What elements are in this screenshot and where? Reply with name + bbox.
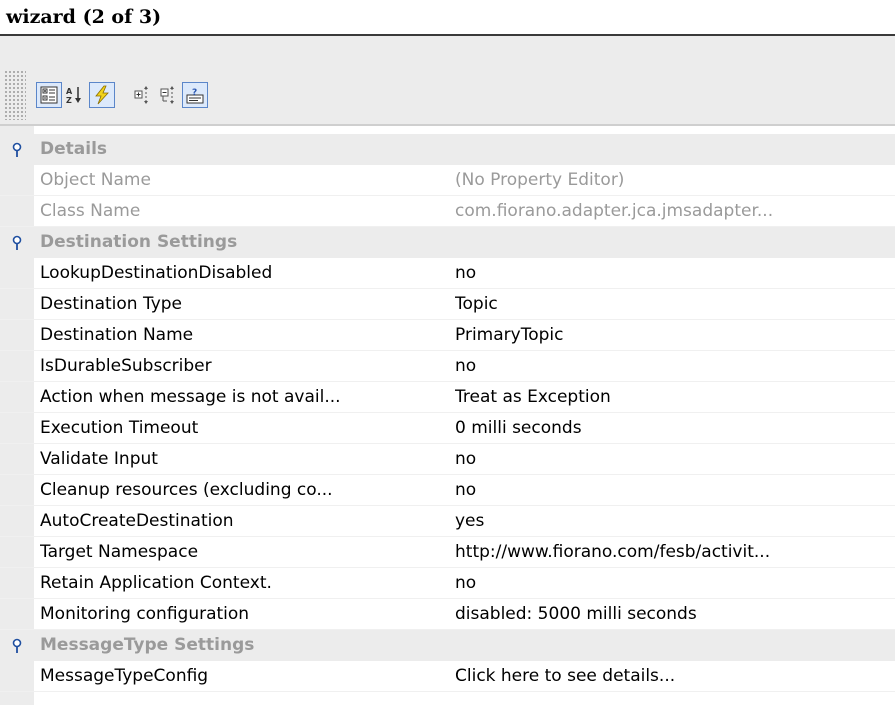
sort-alphabetical-icon: A Z bbox=[66, 87, 81, 105]
group-destination-settings[interactable]: Destination Settings bbox=[0, 227, 895, 258]
property-name: Retain Application Context. bbox=[40, 573, 272, 593]
property-name: Action when message is not avail... bbox=[40, 387, 341, 407]
property-row[interactable]: Action when message is not avail... Trea… bbox=[0, 382, 895, 413]
title-strip bbox=[0, 36, 895, 62]
property-value: (No Property Editor) bbox=[455, 170, 625, 190]
property-row[interactable]: Monitoring configuration disabled: 5000 … bbox=[0, 599, 895, 630]
property-name: Monitoring configuration bbox=[40, 604, 250, 624]
property-value[interactable]: no bbox=[455, 258, 895, 289]
window-title: wizard (2 of 3) bbox=[6, 6, 162, 28]
property-value[interactable]: no bbox=[455, 351, 895, 382]
lightning-icon bbox=[95, 85, 109, 105]
property-name: Validate Input bbox=[40, 449, 158, 469]
property-name: Destination Name bbox=[40, 325, 194, 345]
property-value[interactable]: no bbox=[455, 475, 895, 506]
property-toolbar: A Z ? bbox=[0, 62, 895, 124]
property-name: Object Name bbox=[40, 170, 151, 190]
categorized-view-icon bbox=[40, 86, 58, 104]
lightning-toggle-button[interactable] bbox=[89, 82, 115, 108]
show-description-icon: ? bbox=[186, 88, 204, 104]
categorized-view-button[interactable] bbox=[36, 82, 62, 108]
property-row[interactable]: Validate Input no bbox=[0, 444, 895, 475]
expand-all-button[interactable] bbox=[130, 82, 156, 108]
property-name: MessageTypeConfig bbox=[40, 666, 209, 686]
property-row[interactable]: Destination Name PrimaryTopic bbox=[0, 320, 895, 351]
property-row-object-name: Object Name (No Property Editor) bbox=[0, 165, 895, 196]
property-value[interactable]: Treat as Exception bbox=[455, 382, 895, 413]
property-value[interactable]: no bbox=[455, 568, 895, 599]
toolbar-grip-handle[interactable] bbox=[4, 70, 26, 120]
property-value: com.fiorano.adapter.jca.jmsadapter... bbox=[455, 201, 774, 221]
property-value[interactable]: Topic bbox=[455, 289, 895, 320]
property-value[interactable]: 0 milli seconds bbox=[455, 413, 895, 444]
group-title: MessageType Settings bbox=[40, 635, 255, 655]
svg-text:?: ? bbox=[192, 88, 197, 98]
property-row[interactable]: AutoCreateDestination yes bbox=[0, 506, 895, 537]
property-value[interactable]: http://www.fiorano.com/fesb/activit... bbox=[455, 537, 895, 568]
property-row[interactable]: IsDurableSubscriber no bbox=[0, 351, 895, 382]
property-row[interactable]: Cleanup resources (excluding co... no bbox=[0, 475, 895, 506]
property-name: Execution Timeout bbox=[40, 418, 199, 438]
svg-text:Z: Z bbox=[66, 96, 72, 105]
property-value[interactable]: disabled: 5000 milli seconds bbox=[455, 599, 895, 630]
property-row-class-name: Class Name com.fiorano.adapter.jca.jmsad… bbox=[0, 196, 895, 227]
group-details[interactable]: Details bbox=[0, 134, 895, 165]
property-row[interactable]: Target Namespace http://www.fiorano.com/… bbox=[0, 537, 895, 568]
collapse-all-button[interactable] bbox=[156, 82, 182, 108]
group-messagetype-settings[interactable]: MessageType Settings bbox=[0, 630, 895, 661]
property-row[interactable]: Retain Application Context. no bbox=[0, 568, 895, 599]
property-name: Destination Type bbox=[40, 294, 183, 314]
property-name: LookupDestinationDisabled bbox=[40, 263, 273, 283]
title-bar: wizard (2 of 3) bbox=[0, 0, 895, 36]
property-value[interactable]: Click here to see details... bbox=[455, 661, 895, 692]
property-value[interactable]: PrimaryTopic bbox=[455, 320, 895, 351]
property-name: Cleanup resources (excluding co... bbox=[40, 480, 333, 500]
show-description-button[interactable]: ? bbox=[182, 82, 208, 108]
expand-all-icon bbox=[134, 86, 148, 104]
property-row[interactable]: MessageTypeConfig Click here to see deta… bbox=[0, 661, 895, 692]
group-title: Details bbox=[40, 139, 108, 159]
property-row[interactable]: Destination Type Topic bbox=[0, 289, 895, 320]
pin-icon bbox=[12, 638, 22, 653]
property-value[interactable]: yes bbox=[455, 506, 895, 537]
pin-icon bbox=[12, 142, 22, 157]
group-title: Destination Settings bbox=[40, 232, 238, 252]
property-name: AutoCreateDestination bbox=[40, 511, 234, 531]
property-name: Class Name bbox=[40, 201, 141, 221]
property-sheet: Details Object Name (No Property Editor)… bbox=[0, 124, 895, 705]
property-row[interactable]: LookupDestinationDisabled no bbox=[0, 258, 895, 289]
collapse-all-icon bbox=[160, 86, 174, 104]
sort-alphabetical-button[interactable]: A Z bbox=[62, 82, 88, 108]
property-row[interactable]: Execution Timeout 0 milli seconds bbox=[0, 413, 895, 444]
property-name: Target Namespace bbox=[40, 542, 199, 562]
property-name: IsDurableSubscriber bbox=[40, 356, 212, 376]
pin-icon bbox=[12, 235, 22, 250]
property-value[interactable]: no bbox=[455, 444, 895, 475]
svg-text:A: A bbox=[66, 87, 73, 96]
